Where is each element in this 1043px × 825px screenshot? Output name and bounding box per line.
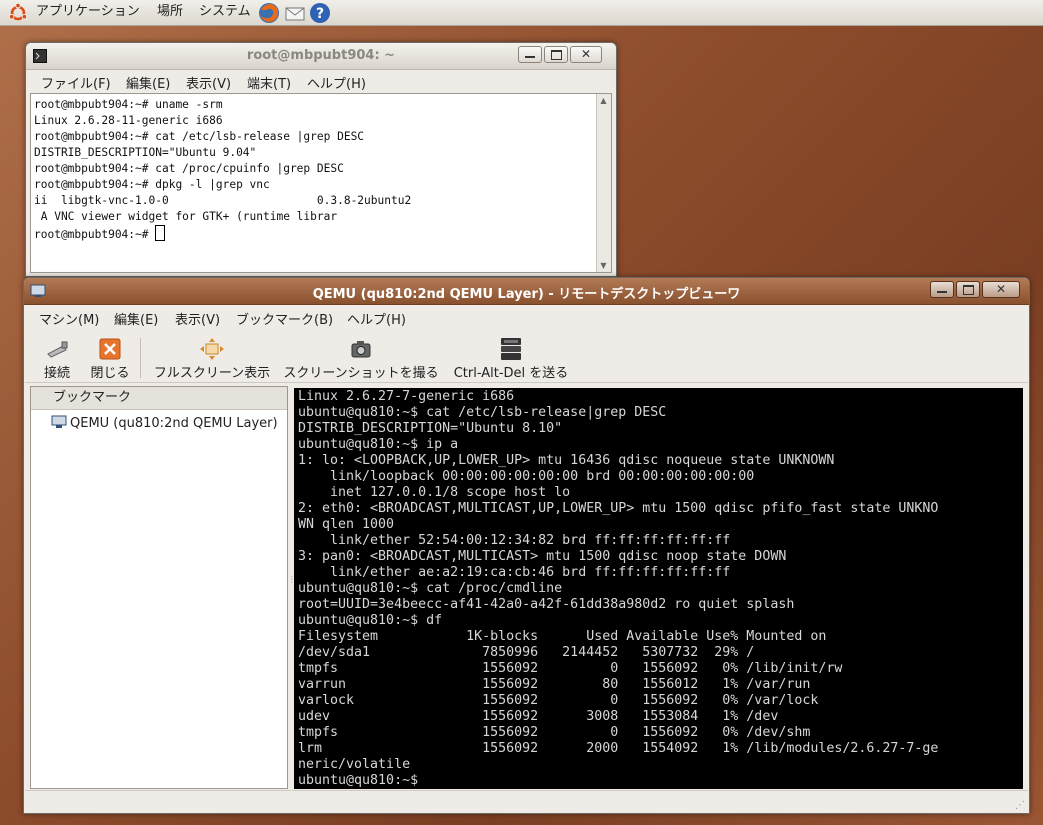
help-icon[interactable]: ? — [309, 2, 331, 24]
menu-view[interactable]: 表示(V) — [186, 73, 231, 92]
remote-viewer-titlebar[interactable]: QEMU (qu810:2nd QEMU Layer) - リモートデスクトップ… — [24, 278, 1029, 305]
menu-help[interactable]: ヘルプ(H) — [347, 309, 406, 328]
terminal-output: root@mbpubt904:~# uname -srm Linux 2.6.2… — [34, 98, 412, 241]
places-menu[interactable]: 場所 — [157, 3, 183, 21]
menu-file[interactable]: ファイル(F) — [41, 73, 111, 92]
mail-icon[interactable] — [284, 2, 306, 24]
camera-icon — [351, 341, 371, 358]
menu-edit[interactable]: 編集(E) — [126, 73, 170, 92]
applications-menu[interactable]: アプリケーション — [36, 3, 140, 21]
remote-screen[interactable]: Linux 2.6.27-7-generic i686 ubuntu@qu810… — [294, 388, 1023, 789]
terminal-menubar: ファイル(F) 編集(E) 表示(V) 端末(T) ヘルプ(H) — [26, 70, 616, 92]
bookmark-item[interactable]: QEMU (qu810:2nd QEMU Layer) — [51, 415, 278, 431]
scroll-down-icon[interactable]: ▼ — [599, 261, 608, 270]
svg-text:?: ? — [316, 6, 324, 22]
fullscreen-button[interactable]: フルスクリーン表示 — [151, 338, 273, 381]
maximize-button[interactable] — [544, 46, 568, 63]
screenshot-button[interactable]: スクリーンショットを撮る — [281, 338, 441, 381]
menu-machine[interactable]: マシン(M) — [39, 309, 99, 328]
close-icon — [99, 338, 121, 360]
bookmarks-header: ブックマーク — [31, 387, 287, 410]
pane-resize-handle[interactable]: ⋮ — [288, 576, 296, 592]
remote-console-output: Linux 2.6.27-7-generic i686 ubuntu@qu810… — [298, 389, 939, 788]
terminal-content[interactable]: root@mbpubt904:~# uname -srm Linux 2.6.2… — [30, 93, 612, 273]
close-button[interactable]: ✕ — [982, 281, 1020, 298]
terminal-scrollbar[interactable]: ▲ ▼ — [596, 94, 611, 272]
close-connection-button[interactable]: 閉じる — [87, 338, 133, 381]
connect-button[interactable]: 接続 — [39, 338, 75, 381]
remote-viewer-menubar: マシン(M) 編集(E) 表示(V) ブックマーク(B) ヘルプ(H) — [24, 306, 1029, 328]
maximize-button[interactable] — [956, 281, 980, 298]
firefox-icon[interactable] — [258, 2, 280, 24]
fullscreen-icon — [200, 338, 224, 360]
minimize-button[interactable] — [930, 281, 954, 298]
toolbar-separator — [140, 338, 141, 378]
minimize-button[interactable] — [518, 46, 542, 63]
computer-icon — [51, 415, 67, 428]
remote-viewer-title: QEMU (qu810:2nd QEMU Layer) - リモートデスクトップ… — [312, 287, 741, 302]
send-ctrl-alt-del-button[interactable]: Ctrl-Alt-Del を送る — [449, 338, 573, 381]
scroll-up-icon[interactable]: ▲ — [599, 96, 608, 105]
top-panel: アプリケーション 場所 システム ? — [0, 0, 1043, 26]
menu-view[interactable]: 表示(V) — [175, 309, 220, 328]
menu-edit[interactable]: 編集(E) — [114, 309, 158, 328]
text-cursor — [155, 225, 166, 241]
close-button[interactable]: ✕ — [570, 46, 602, 63]
ubuntu-logo-icon[interactable] — [8, 3, 28, 23]
status-bar: ⋰ — [25, 790, 1028, 813]
connect-icon — [47, 341, 68, 358]
resize-grip-icon[interactable]: ⋰ — [1015, 800, 1025, 811]
menu-help[interactable]: ヘルプ(H) — [307, 73, 366, 92]
remote-viewer-window: QEMU (qu810:2nd QEMU Layer) - リモートデスクトップ… — [23, 277, 1030, 814]
keyboard-keys-icon — [501, 338, 521, 360]
menu-terminal[interactable]: 端末(T) — [247, 73, 291, 92]
terminal-window: root@mbpubt904: ~ ✕ ファイル(F) 編集(E) 表示(V) … — [25, 42, 617, 277]
toolbar: 接続 閉じる フルスクリーン表示 スクリーンショットを撮る Ctrl-Alt-D… — [25, 334, 1028, 383]
system-menu[interactable]: システム — [199, 3, 251, 21]
bookmarks-pane: ブックマーク QEMU (qu810:2nd QEMU Layer) — [30, 386, 288, 789]
terminal-titlebar[interactable]: root@mbpubt904: ~ ✕ — [26, 43, 616, 70]
menu-bookmarks[interactable]: ブックマーク(B) — [236, 309, 333, 328]
